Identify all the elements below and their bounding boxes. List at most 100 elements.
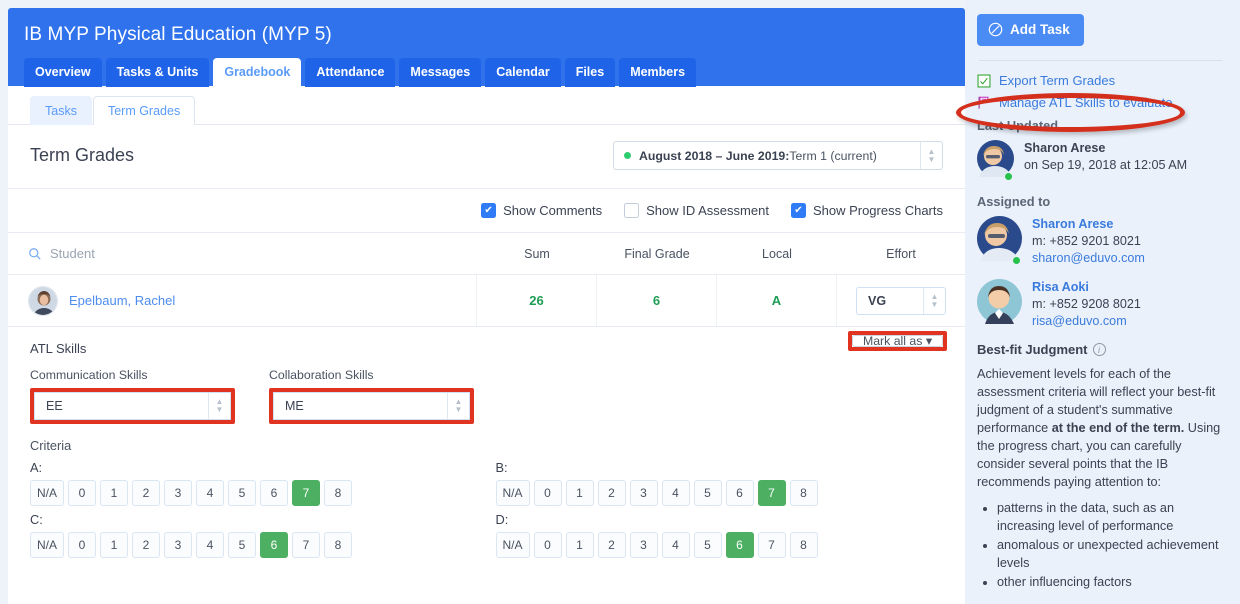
cell-local: A [717, 275, 837, 326]
assigned-person: Risa Aoki m: +852 9208 8021 risa@eduvo.c… [977, 279, 1224, 330]
avatar [28, 285, 58, 316]
criterion-score-button[interactable]: N/A [30, 532, 64, 558]
last-updated-name: Sharon Arese [1024, 141, 1106, 155]
tab-files[interactable]: Files [564, 58, 616, 87]
assigned-person-meta: Risa Aoki m: +852 9208 8021 risa@eduvo.c… [1032, 279, 1141, 330]
best-fit-bullet: patterns in the data, such as an increas… [997, 500, 1224, 535]
criterion-score-button[interactable]: 7 [757, 532, 786, 558]
export-term-grades-link[interactable]: Export Term Grades [977, 73, 1224, 88]
criterion-score-button[interactable]: 3 [164, 480, 192, 506]
criterion-score-button[interactable]: 1 [565, 480, 594, 506]
criterion-score-button[interactable]: 4 [661, 532, 690, 558]
communication-stepper-icon[interactable]: ▲ ▼ [208, 393, 230, 419]
mark-all-as-button[interactable]: Mark all as ▾ [851, 335, 943, 347]
criterion-score-button[interactable]: 2 [597, 532, 626, 558]
tab-tasks-units[interactable]: Tasks & Units [105, 58, 210, 87]
criterion-score-button[interactable]: N/A [495, 532, 530, 558]
criterion-score-button[interactable]: 4 [661, 480, 690, 506]
criterion-score-button[interactable]: 2 [132, 480, 160, 506]
info-icon[interactable]: i [1092, 343, 1106, 356]
criterion-score-button[interactable]: N/A [30, 480, 64, 506]
term-stepper-icon[interactable]: ▲ ▼ [920, 142, 942, 169]
effort-stepper-icon[interactable]: ▲ ▼ [923, 287, 945, 314]
criterion-score-button[interactable]: 0 [68, 480, 96, 506]
criterion-score-button[interactable]: 8 [324, 532, 352, 558]
communication-skills-highlight: EE ▲ ▼ [30, 388, 235, 424]
assigned-person-email[interactable]: risa@eduvo.com [1032, 313, 1141, 330]
criterion-block: A: N/A 0 1 2 3 4 5 6 7 8 [30, 460, 478, 506]
criterion-score-button[interactable]: 6 [260, 480, 288, 506]
term-name: Term 1 (current) [789, 148, 877, 163]
criterion-scale: N/A 0 1 2 3 4 5 6 7 8 [495, 480, 944, 506]
criterion-score-button[interactable]: 6 [725, 480, 754, 506]
criterion-score-button[interactable]: 0 [68, 532, 96, 558]
student-name-link[interactable]: Epelbaum, Rachel [69, 293, 175, 308]
criterion-score-button[interactable]: 1 [100, 480, 128, 506]
tab-overview[interactable]: Overview [24, 58, 102, 87]
cell-final-grade: 6 [597, 275, 717, 326]
assigned-person-email[interactable]: sharon@eduvo.com [1032, 250, 1145, 267]
criterion-score-button[interactable]: 1 [100, 532, 128, 558]
collaboration-skills-highlight: ME ▲ ▼ [269, 388, 474, 424]
criterion-score-button[interactable]: 7 [292, 480, 320, 506]
criterion-score-button[interactable]: 3 [164, 532, 192, 558]
collaboration-stepper-icon[interactable]: ▲ ▼ [447, 393, 469, 419]
communication-skills-select[interactable]: EE ▲ ▼ [34, 392, 231, 420]
gradebook-sub-tabs: Tasks Term Grades [8, 86, 965, 125]
atl-skill-selects: Communication Skills EE ▲ ▼ Collaboration… [30, 368, 943, 424]
tab-messages[interactable]: Messages [399, 58, 482, 87]
column-local: Local [762, 246, 792, 261]
checkbox-show-comments[interactable]: Show Comments [481, 203, 602, 218]
communication-skills-value: EE [46, 399, 63, 413]
best-fit-bullet: other influencing factors [997, 574, 1224, 592]
criterion-score-button[interactable]: 8 [324, 480, 352, 506]
criterion-score-button[interactable]: 5 [693, 480, 722, 506]
criterion-score-button[interactable]: 3 [629, 532, 658, 558]
criterion-score-button[interactable]: 2 [597, 480, 626, 506]
criterion-score-button[interactable]: 1 [565, 532, 594, 558]
criterion-score-button[interactable]: 5 [228, 532, 256, 558]
manage-atl-skills-link[interactable]: Manage ATL Skills to evaluate [977, 95, 1224, 110]
tab-calendar[interactable]: Calendar [485, 58, 561, 87]
criterion-block: C: N/A 0 1 2 3 4 5 6 7 8 [30, 512, 478, 558]
tab-gradebook[interactable]: Gradebook [213, 58, 302, 87]
assigned-person-name[interactable]: Risa Aoki [1032, 279, 1141, 296]
add-task-button[interactable]: Add Task [977, 14, 1084, 46]
communication-skills-field: Communication Skills EE ▲ ▼ [30, 368, 235, 424]
criterion-score-button[interactable]: 8 [789, 532, 818, 558]
avatar-holder [977, 216, 1022, 266]
gradebook-card: IB MYP Physical Education (MYP 5) Overvi… [8, 8, 965, 604]
tab-members[interactable]: Members [619, 58, 697, 87]
collaboration-skills-select[interactable]: ME ▲ ▼ [273, 392, 470, 420]
criterion-score-button[interactable]: 5 [693, 532, 722, 558]
subtab-tasks[interactable]: Tasks [30, 96, 92, 125]
checkbox-on-icon [481, 203, 497, 218]
criterion-score-button[interactable]: 7 [292, 532, 320, 558]
criterion-score-button[interactable]: 2 [132, 532, 160, 558]
criterion-score-button[interactable]: 0 [533, 532, 562, 558]
best-fit-paragraph: Achievement levels for each of the asses… [977, 365, 1224, 491]
checkbox-show-id-assessment[interactable]: Show ID Assessment [624, 203, 769, 218]
criterion-score-button[interactable]: 8 [789, 480, 818, 506]
last-updated-meta: Sharon Arese on Sep 19, 2018 at 12:05 AM [1024, 140, 1187, 174]
student-search[interactable]: Student [8, 246, 477, 261]
term-selector[interactable]: August 2018 – June 2019: Term 1 (current… [613, 141, 943, 170]
checkbox-show-progress-charts[interactable]: Show Progress Charts [790, 203, 943, 218]
criterion-score-button[interactable]: 3 [629, 480, 658, 506]
criterion-score-button[interactable]: 5 [228, 480, 256, 506]
criterion-score-button[interactable]: 7 [757, 480, 786, 506]
effort-select[interactable]: VG ▲ ▼ [856, 286, 946, 315]
criterion-score-button[interactable]: 4 [196, 532, 224, 558]
assigned-person-name[interactable]: Sharon Arese [1032, 216, 1145, 233]
search-icon [29, 247, 41, 260]
criterion-score-button[interactable]: N/A [495, 480, 530, 506]
subtab-term-grades[interactable]: Term Grades [92, 96, 196, 125]
criterion-score-button[interactable]: 0 [533, 480, 562, 506]
criterion-score-button[interactable]: 6 [260, 532, 288, 558]
assigned-person-phone: m: +852 9201 8021 [1032, 234, 1141, 248]
assigned-person-phone: m: +852 9208 8021 [1032, 297, 1141, 311]
tab-attendance[interactable]: Attendance [305, 58, 396, 87]
criterion-score-button[interactable]: 4 [196, 480, 224, 506]
criterion-score-button[interactable]: 6 [725, 532, 754, 558]
avatar-holder [977, 279, 1022, 329]
